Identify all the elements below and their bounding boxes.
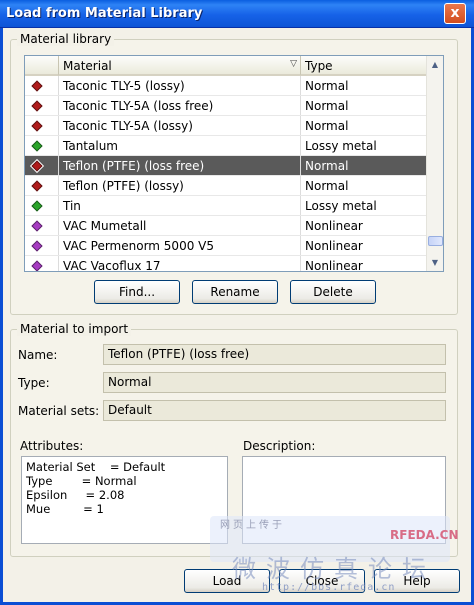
material-row-icon-cell — [25, 76, 59, 95]
type-label: Type: — [18, 376, 50, 390]
window-title: Load from Material Library — [6, 6, 203, 21]
type-field: Normal — [103, 372, 446, 393]
material-sets-label: Material sets: — [18, 404, 100, 418]
material-row[interactable]: Tantalum Lossy metal — [25, 136, 427, 156]
material-name-cell: Tin — [59, 196, 301, 215]
find-button[interactable]: Find... — [94, 280, 180, 304]
material-row-icon-cell — [25, 96, 59, 115]
material-type-cell: Normal — [305, 79, 349, 93]
material-row[interactable]: Taconic TLY-5A (loss free) Normal — [25, 96, 427, 116]
material-row-icon-cell — [25, 236, 59, 255]
material-type-cell: Lossy metal — [305, 139, 377, 153]
close-window-button[interactable]: x — [444, 3, 466, 24]
list-header: Material ▽ Type — [25, 56, 427, 76]
material-to-import-group-title: Material to import — [17, 322, 132, 336]
material-row-icon-cell — [25, 176, 59, 195]
material-type-cell: Normal — [305, 179, 349, 193]
material-row-icon-cell — [25, 156, 59, 175]
material-type-cell: Normal — [305, 119, 349, 133]
material-name-cell: Teflon (PTFE) (loss free) — [59, 156, 301, 175]
red-gem-icon — [29, 158, 45, 174]
material-library-group-title: Material library — [17, 32, 115, 46]
material-row-icon-cell — [25, 216, 59, 235]
material-row[interactable]: Taconic TLY-5 (lossy) Normal — [25, 76, 427, 96]
material-name-cell: Taconic TLY-5A (lossy) — [59, 116, 301, 135]
material-type-cell: Nonlinear — [305, 219, 363, 233]
red-gem-icon — [31, 100, 43, 112]
material-row[interactable]: Taconic TLY-5A (lossy) Normal — [25, 116, 427, 136]
material-row-icon-cell — [25, 116, 59, 135]
watermark-url: http://bbs.rfeda.cn — [262, 582, 396, 593]
material-name-cell: Tantalum — [59, 136, 301, 155]
material-name-cell: Taconic TLY-5A (loss free) — [59, 96, 301, 115]
material-column-label: Material — [63, 59, 112, 73]
material-name-cell: Teflon (PTFE) (lossy) — [59, 176, 301, 195]
rename-button[interactable]: Rename — [192, 280, 278, 304]
material-row[interactable]: Tin Lossy metal — [25, 196, 427, 216]
attributes-textbox[interactable]: Material Set = Default Type = Normal Eps… — [21, 456, 228, 544]
purple-gem-icon — [31, 240, 43, 252]
red-gem-icon — [31, 180, 43, 192]
red-gem-icon — [31, 80, 43, 92]
material-sets-field: Default — [103, 400, 446, 421]
material-row-icon-cell — [25, 256, 59, 271]
name-label: Name: — [18, 348, 58, 362]
material-row-icon-cell — [25, 136, 59, 155]
description-label: Description: — [243, 439, 316, 453]
list-vertical-scrollbar[interactable]: ▲ ▼ — [426, 56, 443, 271]
icon-column-header[interactable] — [25, 56, 59, 76]
watermark-title: 微波仿真论坛 — [232, 555, 436, 583]
material-row[interactable]: Teflon (PTFE) (lossy) Normal — [25, 176, 427, 196]
delete-button[interactable]: Delete — [290, 280, 376, 304]
name-field: Teflon (PTFE) (loss free) — [103, 344, 446, 365]
material-name-cell: VAC Vacoflux 17 — [59, 256, 301, 271]
material-row[interactable]: VAC Mumetall Nonlinear — [25, 216, 427, 236]
green-gem-icon — [31, 140, 43, 152]
attribute-line: Mue = 1 — [26, 502, 104, 516]
material-type-cell: Normal — [305, 159, 349, 173]
scroll-up-icon[interactable]: ▲ — [427, 56, 443, 73]
type-column-header[interactable]: Type — [301, 56, 427, 76]
red-gem-icon — [31, 120, 43, 132]
material-list[interactable]: Material ▽ Type Taconic TLY-5 (lossy) Nor… — [24, 55, 444, 272]
list-rows: Taconic TLY-5 (lossy) Normal Taconic TLY-5… — [25, 76, 427, 272]
scroll-thumb[interactable] — [428, 236, 443, 246]
sort-descending-icon: ▽ — [290, 59, 297, 69]
material-name-cell: Taconic TLY-5 (lossy) — [59, 76, 301, 95]
material-row[interactable]: Teflon (PTFE) (loss free) Normal — [25, 156, 427, 176]
purple-gem-icon — [31, 260, 43, 271]
purple-gem-icon — [31, 220, 43, 232]
green-gem-icon — [31, 200, 43, 212]
material-column-header[interactable]: Material ▽ — [59, 56, 301, 76]
material-row[interactable]: VAC Vacoflux 17 Nonlinear — [25, 256, 427, 272]
material-type-cell: Nonlinear — [305, 259, 363, 272]
type-column-label: Type — [305, 59, 333, 73]
watermark-brand: RFEDA.CN — [390, 528, 459, 542]
material-row-icon-cell — [25, 196, 59, 215]
material-type-cell: Lossy metal — [305, 199, 377, 213]
title-bar[interactable]: Load from Material Library x — [0, 0, 474, 28]
attribute-line: Type = Normal — [26, 474, 137, 488]
material-type-cell: Nonlinear — [305, 239, 363, 253]
attribute-line: Epsilon = 2.08 — [26, 488, 125, 502]
attribute-line: Material Set = Default — [26, 460, 166, 474]
scroll-down-icon[interactable]: ▼ — [427, 254, 443, 271]
material-type-cell: Normal — [305, 99, 349, 113]
attributes-label: Attributes: — [20, 439, 84, 453]
material-row[interactable]: VAC Permenorm 5000 V5 Nonlinear — [25, 236, 427, 256]
material-name-cell: VAC Mumetall — [59, 216, 301, 235]
material-name-cell: VAC Permenorm 5000 V5 — [59, 236, 301, 255]
watermark-caption: 网页上传于 — [220, 520, 285, 531]
